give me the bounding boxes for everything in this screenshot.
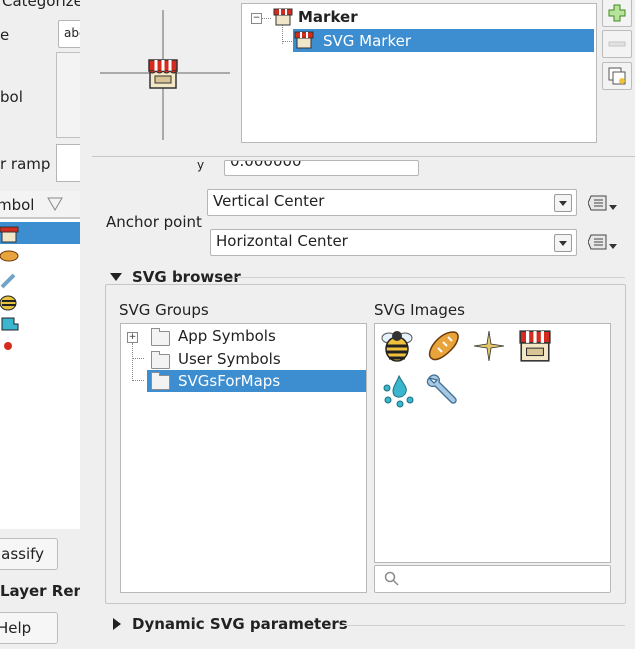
market-stall-icon[interactable] — [517, 328, 553, 364]
market-stall-icon — [273, 8, 293, 26]
bee-icon — [0, 295, 17, 311]
dot-icon — [4, 342, 12, 350]
wrench-icon[interactable] — [425, 372, 461, 408]
svg-groups-tree[interactable]: + App Symbols User Symbols SVGsForMaps — [120, 323, 367, 593]
horizontal-data-defined-button[interactable] — [587, 230, 618, 254]
horizontal-anchor-select[interactable]: Horizontal Center — [210, 229, 577, 256]
plus-icon — [608, 4, 626, 22]
water-drops-icon[interactable] — [379, 372, 415, 408]
svg-search-input[interactable] — [374, 565, 611, 593]
category-list[interactable] — [0, 218, 80, 529]
type-field[interactable]: abc — [58, 20, 80, 48]
chevron-down-icon — [554, 194, 572, 212]
bread-icon[interactable] — [425, 328, 461, 364]
splitter[interactable] — [92, 156, 635, 157]
add-layer-button[interactable] — [602, 0, 632, 27]
group-item-label: SVGsForMaps — [178, 372, 281, 390]
svg-images-grid[interactable] — [374, 323, 611, 563]
background-dialog: Categorize e abc bol r ramp mbol lassify… — [0, 0, 81, 649]
tree-line — [132, 380, 144, 382]
data-defined-icon — [587, 195, 617, 211]
market-stall-icon — [0, 226, 19, 243]
group-item-label: User Symbols — [178, 350, 281, 368]
bread-icon — [0, 250, 19, 262]
partial-label: y — [197, 158, 205, 172]
symbol-layer-tree[interactable]: − Marker SVG Marker — [241, 3, 597, 143]
type-label: e — [0, 26, 10, 44]
bee-icon[interactable] — [379, 328, 415, 364]
remove-layer-button[interactable] — [602, 30, 632, 58]
svg-browser-group: SVG Groups SVG Images + App Symbols User… — [105, 284, 626, 604]
tree-line — [282, 41, 292, 43]
duplicate-layer-button[interactable] — [602, 62, 632, 90]
sort-indicator-icon — [47, 197, 63, 211]
minus-icon — [608, 41, 626, 47]
symbol-button[interactable] — [56, 52, 80, 138]
tree-item-label: Marker — [298, 8, 358, 26]
symbol-label: bol — [0, 88, 23, 106]
collapse-svg-browser-icon[interactable] — [110, 273, 122, 281]
duplicate-icon — [608, 67, 626, 85]
folder-icon — [151, 351, 170, 369]
help-button[interactable]: Help — [0, 612, 58, 644]
folder-icon — [151, 328, 170, 346]
group-header-line — [236, 277, 625, 278]
color-ramp-label: r ramp — [0, 155, 51, 173]
tree-line — [261, 18, 271, 20]
expand-dynamic-params-icon[interactable] — [113, 618, 121, 630]
svg-images-label: SVG Images — [374, 301, 465, 319]
tree-item-svg-marker[interactable]: SVG Marker — [293, 29, 594, 52]
chevron-down-icon — [554, 234, 572, 252]
folder-icon — [151, 372, 170, 390]
search-icon — [384, 571, 399, 586]
svg-groups-label: SVG Groups — [119, 301, 209, 319]
symbol-selector-panel: − Marker SVG Marker 0.000000 y Anchor po… — [80, 0, 635, 649]
tree-item-label: SVG Marker — [323, 32, 412, 50]
expand-toggle[interactable]: + — [127, 332, 138, 343]
column-header[interactable]: mbol — [0, 191, 80, 218]
dynamic-svg-parameters-title[interactable]: Dynamic SVG parameters — [132, 615, 348, 633]
group-item-selected[interactable]: SVGsForMaps — [147, 370, 366, 392]
water-drops-icon — [1, 317, 19, 331]
classify-button[interactable]: lassify — [0, 538, 58, 570]
anchor-point-label: Anchor point — [106, 213, 202, 231]
sparkle-icon[interactable] — [471, 328, 507, 364]
vertical-data-defined-button[interactable] — [587, 191, 618, 215]
wrench-icon — [0, 273, 16, 289]
color-ramp-field[interactable] — [56, 144, 80, 182]
market-stall-icon — [294, 31, 314, 49]
layer-rendering-label: Layer Rend — [0, 582, 80, 600]
group-item-label: App Symbols — [178, 327, 276, 345]
group-header-line — [340, 625, 625, 626]
categorized-label: Categorize — [2, 0, 81, 10]
symbol-preview — [100, 10, 230, 140]
data-defined-icon — [587, 234, 617, 250]
tree-line — [132, 358, 144, 360]
market-stall-icon — [148, 59, 178, 89]
tree-line — [132, 343, 134, 379]
vertical-anchor-select[interactable]: Vertical Center — [207, 189, 577, 216]
partial-spinbox[interactable]: 0.000000 — [224, 160, 419, 176]
